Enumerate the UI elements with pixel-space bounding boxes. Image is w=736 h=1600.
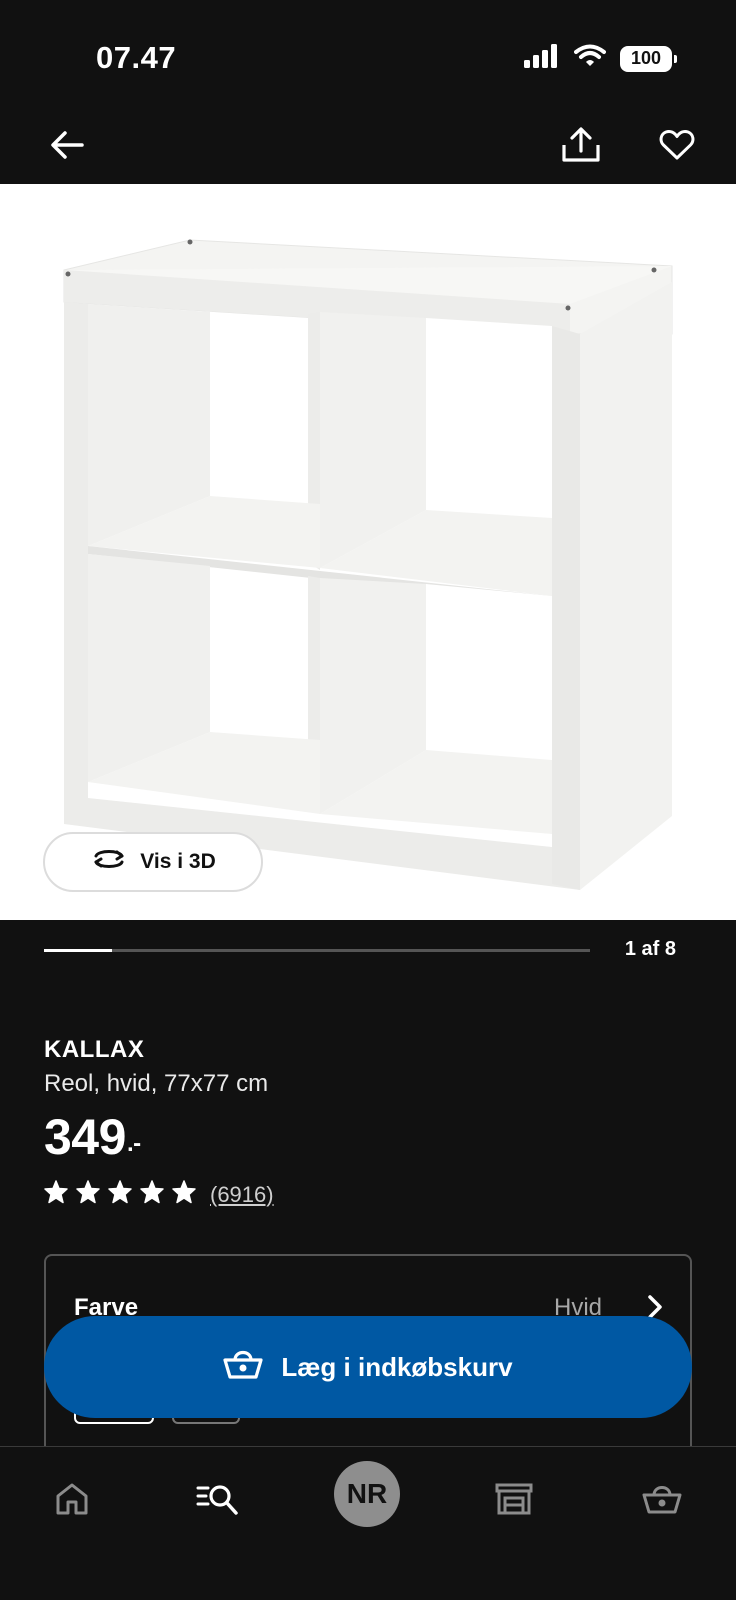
product-rating[interactable]: (6916) [44, 1180, 274, 1209]
product-description: Reol, hvid, 77x77 cm [44, 1070, 269, 1097]
pager-track[interactable] [44, 949, 590, 952]
product-price: 349 .- [44, 1108, 141, 1166]
store-icon [495, 1483, 533, 1520]
home-icon [55, 1483, 89, 1520]
tab-home[interactable] [42, 1471, 102, 1531]
add-to-cart-label: Læg i indkøbskurv [281, 1351, 513, 1382]
status-time: 07.47 [96, 40, 177, 75]
status-icons: 100 [524, 44, 677, 73]
avatar[interactable]: NR [334, 1461, 400, 1527]
status-bar: 07.47 100 [0, 0, 736, 110]
view-3d-label: Vis i 3D [140, 850, 216, 873]
tab-search[interactable] [188, 1471, 248, 1531]
price-value: 349 [44, 1109, 126, 1165]
star-icon [108, 1180, 132, 1209]
favorite-button[interactable] [652, 122, 702, 172]
share-button[interactable] [556, 122, 606, 172]
review-count-link[interactable]: (6916) [210, 1182, 274, 1208]
heart-icon [659, 129, 695, 166]
share-icon [561, 126, 601, 168]
rotate-3d-icon [90, 846, 128, 878]
star-icon [44, 1180, 68, 1209]
basket-tab-icon [642, 1483, 682, 1520]
pager-count: 1 af 8 [624, 938, 676, 960]
top-nav [0, 110, 736, 184]
back-button[interactable] [42, 122, 92, 172]
star-icon [172, 1180, 196, 1209]
star-icon [76, 1180, 100, 1209]
rating-stars [44, 1180, 196, 1209]
wifi-icon [574, 44, 606, 73]
basket-icon [223, 1348, 264, 1387]
image-pager: 1 af 8 [0, 920, 736, 980]
shelf-illustration [63, 239, 673, 890]
product-name: KALLAX [44, 1036, 145, 1063]
tab-basket[interactable] [632, 1471, 692, 1531]
product-image[interactable]: Vis i 3D [0, 184, 736, 920]
view-3d-button[interactable]: Vis i 3D [43, 832, 263, 892]
search-list-icon [196, 1482, 240, 1521]
bottom-tab-bar: NR [0, 1446, 736, 1600]
add-to-cart-button[interactable]: Læg i indkøbskurv [44, 1316, 692, 1418]
tab-stores[interactable] [484, 1471, 544, 1531]
arrow-left-icon [50, 130, 84, 165]
pager-progress [44, 949, 113, 952]
price-suffix: .- [126, 1130, 141, 1157]
signal-icon [524, 44, 560, 73]
battery-icon: 100 [620, 45, 677, 72]
star-icon [140, 1180, 164, 1209]
